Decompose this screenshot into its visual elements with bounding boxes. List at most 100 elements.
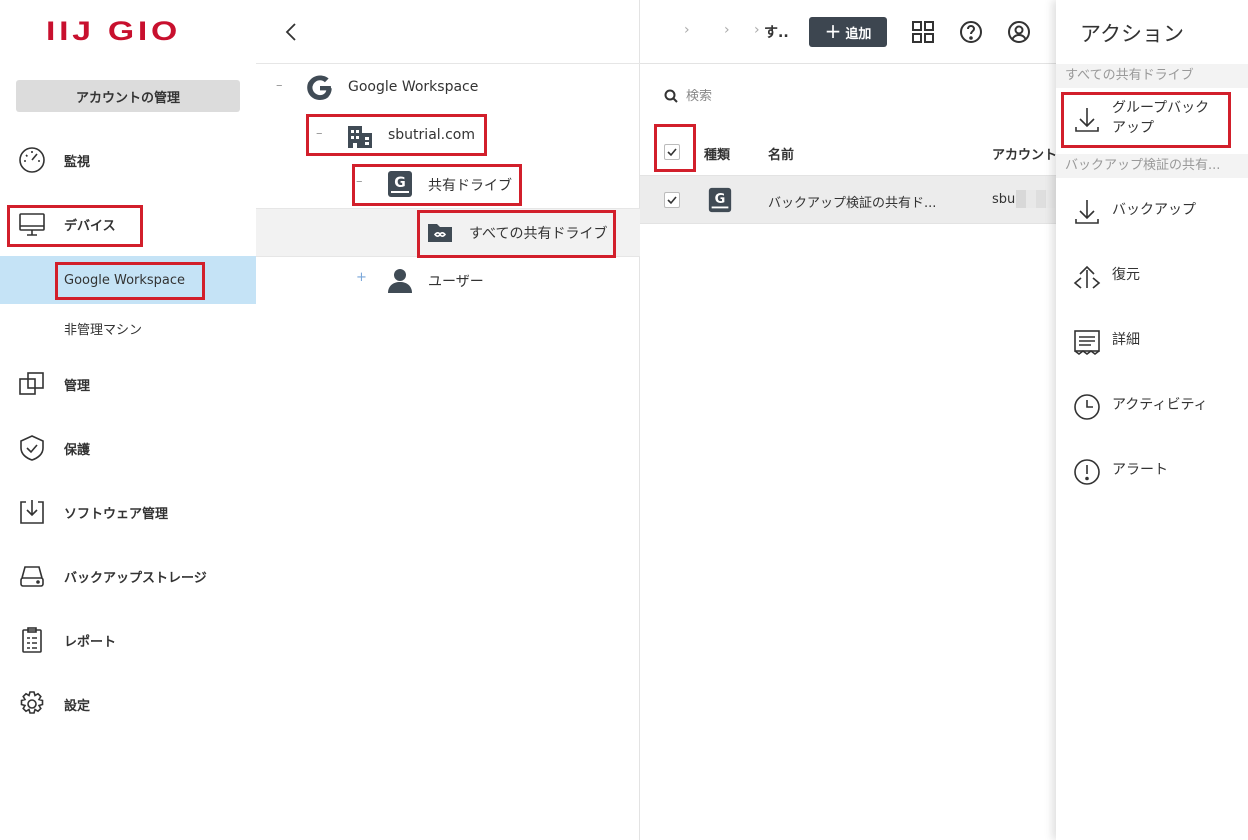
column-header-account[interactable]: アカウント bbox=[992, 144, 1057, 163]
breadcrumb-separator[interactable]: › bbox=[724, 22, 730, 38]
action-label: 復元 bbox=[1112, 267, 1140, 283]
tree-node-label: sbutrial.com bbox=[388, 127, 476, 143]
drive-icon bbox=[20, 566, 44, 587]
nav-label: デバイス bbox=[64, 218, 116, 234]
action-backup[interactable]: バックアップ bbox=[1056, 178, 1248, 243]
tree-node-users[interactable]: + ユーザー bbox=[256, 256, 640, 304]
action-label: アクティビティ bbox=[1112, 397, 1208, 413]
tree-toggle[interactable]: – bbox=[356, 174, 363, 189]
tree-node-label: すべての共有ドライブ bbox=[469, 226, 608, 242]
tree-node-label: ユーザー bbox=[428, 274, 484, 290]
nav-item-monitoring[interactable]: 監視 bbox=[0, 136, 256, 184]
user-icon bbox=[388, 269, 412, 293]
tree-panel: – Google Workspace – sbutrial.com – G 共有… bbox=[256, 0, 640, 840]
gauge-icon bbox=[19, 147, 45, 173]
nav-item-software[interactable]: ソフトウェア管理 bbox=[0, 488, 256, 536]
breadcrumb-separator[interactable]: › bbox=[684, 22, 690, 38]
nav-item-devices[interactable]: デバイス bbox=[0, 200, 256, 248]
back-chevron-icon[interactable] bbox=[282, 20, 300, 44]
shared-folder-icon bbox=[428, 224, 452, 242]
add-button[interactable]: + 追加 bbox=[809, 17, 887, 47]
add-button-label: 追加 bbox=[845, 26, 872, 42]
google-g-icon bbox=[307, 75, 332, 100]
nav-sub-label: 非管理マシン bbox=[64, 322, 143, 338]
svg-text:G: G bbox=[715, 192, 726, 207]
building-icon bbox=[348, 126, 372, 148]
clock-icon bbox=[1074, 394, 1100, 420]
tree-node-label: 共有ドライブ bbox=[428, 178, 512, 194]
action-group-backup[interactable]: グループバック アップ bbox=[1056, 88, 1248, 152]
select-all-checkbox[interactable] bbox=[664, 144, 680, 160]
search-input[interactable] bbox=[686, 88, 986, 104]
manage-icon bbox=[19, 372, 44, 395]
nav-label: バックアップストレージ bbox=[64, 570, 207, 586]
tree-node-domain[interactable]: – sbutrial.com bbox=[256, 112, 640, 160]
plus-icon: + bbox=[824, 19, 842, 43]
search-bar[interactable] bbox=[664, 84, 986, 108]
nav-label: ソフトウェア管理 bbox=[64, 506, 169, 522]
row-name: バックアップ検証の共有ド... bbox=[768, 196, 937, 211]
action-label: 詳細 bbox=[1112, 332, 1140, 348]
nav-item-settings[interactable]: 設定 bbox=[0, 680, 256, 728]
actions-section-header: すべての共有ドライブ bbox=[1056, 64, 1248, 88]
action-label: バックアップ bbox=[1112, 202, 1196, 218]
monitor-icon bbox=[19, 213, 45, 236]
account-icon[interactable] bbox=[1006, 19, 1032, 45]
nav-sub-google-workspace[interactable]: Google Workspace bbox=[0, 256, 256, 304]
table-row[interactable]: G バックアップ検証の共有ド... sbu bbox=[640, 176, 1056, 224]
breadcrumb-current[interactable]: す.. bbox=[764, 22, 789, 42]
gear-icon bbox=[20, 691, 44, 714]
nav-item-manage[interactable]: 管理 bbox=[0, 360, 256, 408]
nav-item-protection[interactable]: 保護 bbox=[0, 424, 256, 472]
account-management-button[interactable]: アカウントの管理 bbox=[16, 80, 240, 112]
nav-sub-unmanaged-machines[interactable]: 非管理マシン bbox=[0, 304, 256, 352]
nav-item-reports[interactable]: レポート bbox=[0, 616, 256, 664]
actions-panel: アクション すべての共有ドライブ グループバック アップ バックアップ検証の共有… bbox=[1056, 0, 1248, 840]
tree-toggle[interactable]: – bbox=[316, 126, 323, 141]
main-content: 種類 名前 アカウント G バックアップ検証の共有ド... sbu bbox=[640, 0, 1057, 840]
column-header-name[interactable]: 名前 bbox=[768, 144, 794, 163]
redacted-text bbox=[1016, 190, 1056, 208]
tree-node-label: Google Workspace bbox=[348, 79, 479, 95]
shared-drive-icon: G bbox=[388, 171, 412, 197]
actions-title: アクション bbox=[1080, 22, 1184, 46]
clipboard-icon bbox=[22, 627, 42, 653]
nav-label: 管理 bbox=[64, 378, 91, 394]
top-toolbar: › › › す.. + 追加 bbox=[640, 0, 1056, 64]
tree-node-google-workspace[interactable]: – Google Workspace bbox=[256, 64, 640, 112]
action-label: アラート bbox=[1112, 462, 1168, 478]
nav-label: 保護 bbox=[64, 442, 91, 458]
tree-node-all-shared-drives[interactable]: すべての共有ドライブ bbox=[256, 209, 640, 256]
help-icon[interactable] bbox=[958, 19, 984, 45]
row-checkbox[interactable] bbox=[664, 192, 680, 208]
nav-label: 設定 bbox=[64, 698, 91, 714]
search-icon bbox=[664, 89, 678, 103]
sidebar-nav: IIJ GIO アカウントの管理 監視 デバイス Google Workspac… bbox=[0, 0, 256, 840]
table-header: 種類 名前 アカウント bbox=[640, 128, 1057, 176]
svg-text:G: G bbox=[394, 175, 406, 191]
alert-icon bbox=[1074, 459, 1100, 485]
details-icon bbox=[1074, 330, 1100, 355]
action-label: グループバック アップ bbox=[1112, 100, 1210, 136]
actions-section-header: バックアップ検証の共有... bbox=[1056, 154, 1248, 178]
shared-drive-icon: G bbox=[708, 187, 732, 213]
logo: IIJ GIO bbox=[46, 16, 182, 46]
nav-label: 監視 bbox=[64, 154, 91, 170]
nav-label: レポート bbox=[64, 634, 117, 650]
tree-toggle[interactable]: – bbox=[276, 78, 283, 93]
tree-node-shared-drives[interactable]: – G 共有ドライブ bbox=[256, 160, 640, 208]
software-install-icon bbox=[20, 500, 44, 524]
restore-icon bbox=[1073, 265, 1101, 289]
download-icon bbox=[1075, 108, 1099, 132]
nav-sub-label: Google Workspace bbox=[64, 272, 186, 288]
action-alerts[interactable]: アラート bbox=[1056, 438, 1248, 503]
row-account: sbu bbox=[992, 192, 1016, 207]
breadcrumb-separator: › bbox=[754, 22, 760, 38]
grid-view-icon[interactable] bbox=[910, 19, 936, 45]
column-header-type[interactable]: 種類 bbox=[704, 144, 730, 163]
nav-item-backup-storage[interactable]: バックアップストレージ bbox=[0, 552, 256, 600]
action-details[interactable]: 詳細 bbox=[1056, 308, 1248, 373]
action-restore[interactable]: 復元 bbox=[1056, 243, 1248, 308]
action-activity[interactable]: アクティビティ bbox=[1056, 373, 1248, 438]
tree-toggle[interactable]: + bbox=[356, 270, 367, 285]
